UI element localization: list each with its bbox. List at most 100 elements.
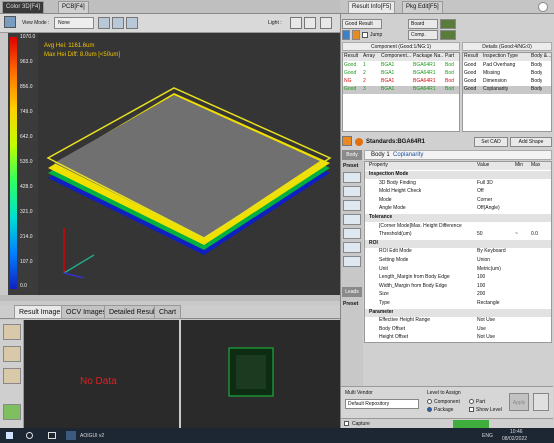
taskbar-app-title[interactable]: AOIGUI v2 bbox=[80, 433, 104, 439]
table-row[interactable]: Good 3 BGA1 BGA64R1 Bod bbox=[343, 86, 459, 94]
standards-side-column: Body Preset Leads Preset bbox=[341, 150, 363, 410]
tab-chart[interactable]: Chart bbox=[154, 305, 182, 319]
zoom-icon[interactable] bbox=[112, 17, 124, 29]
avg-height-readout: Avg Hei: 1161.6um bbox=[44, 43, 95, 49]
table-row[interactable]: Good 1 BGA1 BGA64R1 Bod bbox=[343, 62, 459, 70]
task-view-icon[interactable] bbox=[48, 432, 56, 439]
3d-component-render bbox=[46, 87, 332, 279]
tab-result-image[interactable]: Result Image bbox=[14, 305, 66, 319]
property-value: By Keyboard bbox=[477, 248, 506, 255]
preset-icon-6[interactable] bbox=[343, 242, 361, 253]
table-row[interactable]: Good 2 BGA1 BGA64R1 Bod bbox=[343, 70, 459, 78]
table-row[interactable]: Good Coplanarity Body bbox=[463, 86, 551, 94]
property-section[interactable]: Tolerance bbox=[365, 214, 551, 222]
apply-extra-button[interactable] bbox=[533, 393, 549, 411]
property-row[interactable]: ROI Edit Mode By Keyboard bbox=[365, 248, 551, 256]
table-row[interactable]: Good Pad Overhang Body bbox=[463, 62, 551, 70]
view-options-icon[interactable] bbox=[4, 16, 16, 28]
property-row[interactable]: [Corner Mode]Max. Height Difference bbox=[365, 223, 551, 231]
col-header: Package Na... bbox=[413, 53, 443, 59]
tool-button-3[interactable] bbox=[3, 368, 21, 384]
preset-icon-2[interactable] bbox=[343, 186, 361, 197]
tab-pcb[interactable]: PCB[F4] bbox=[58, 1, 89, 13]
leads-tab[interactable]: Leads bbox=[342, 287, 362, 297]
property-row[interactable]: Height Offset Not Use bbox=[365, 334, 551, 342]
color-3d-viewport[interactable]: Avg Hei: 1161.6um Max Hei Diff: 8.0um [<… bbox=[8, 33, 340, 295]
tab-result-info[interactable]: Result Info[F5] bbox=[348, 1, 396, 13]
part-cell: Bod bbox=[445, 86, 454, 92]
ng-icon[interactable] bbox=[352, 30, 360, 40]
property-row[interactable]: Type Rectangle bbox=[365, 300, 551, 308]
table-row[interactable]: Good Missing Body bbox=[463, 70, 551, 78]
repository-select[interactable]: Default Repository bbox=[345, 399, 419, 409]
apply-button[interactable]: Apply bbox=[509, 393, 529, 411]
add-shape-button[interactable]: Add Shape bbox=[510, 137, 552, 147]
jump-checkbox[interactable] bbox=[362, 32, 368, 38]
nav-icon-2[interactable] bbox=[440, 30, 456, 40]
scale-tick: 642.0 bbox=[20, 134, 33, 140]
property-row[interactable]: Threshold(um) 50 ~0.0 bbox=[365, 231, 551, 239]
property-row[interactable]: Angle Mode Off(Angle) bbox=[365, 205, 551, 213]
nav-icon-1[interactable] bbox=[440, 19, 456, 29]
body-tab[interactable]: Body bbox=[342, 150, 362, 160]
set-cad-button[interactable]: Set CAD bbox=[474, 137, 508, 147]
property-row[interactable]: Setting Mode Union bbox=[365, 257, 551, 265]
preset-icon-4[interactable] bbox=[343, 214, 361, 225]
search-icon[interactable] bbox=[26, 432, 33, 439]
standards-arrow-icon[interactable] bbox=[342, 136, 352, 146]
body-subtitle: Coplanarity bbox=[393, 152, 424, 158]
tool-button-4[interactable] bbox=[3, 404, 21, 420]
property-row[interactable]: Mode Corner bbox=[365, 197, 551, 205]
clock-date[interactable]: 08/02/2022 bbox=[502, 436, 527, 442]
board-button[interactable]: Board bbox=[408, 19, 438, 29]
component-table: Result Array Component... Package Na... … bbox=[342, 52, 460, 132]
property-section[interactable]: ROI bbox=[365, 239, 551, 248]
pane-splitter[interactable] bbox=[0, 295, 340, 301]
preset-icon-7[interactable] bbox=[343, 256, 361, 267]
language-indicator[interactable]: ENG bbox=[482, 433, 493, 439]
tool-button-2[interactable] bbox=[3, 346, 21, 362]
property-name: Parameter bbox=[369, 308, 394, 315]
property-row[interactable]: Effective Height Range Not Use bbox=[365, 317, 551, 325]
table-row[interactable]: Good Dimension Body bbox=[463, 78, 551, 86]
property-row[interactable]: Mold Height Check Off bbox=[365, 188, 551, 196]
preset-icon-3[interactable] bbox=[343, 200, 361, 211]
fit-view-icon[interactable] bbox=[126, 17, 138, 29]
tool-button-1[interactable] bbox=[3, 324, 21, 340]
capture-checkbox[interactable] bbox=[344, 421, 349, 426]
property-row[interactable]: 3D Body Finding Full 3D bbox=[365, 180, 551, 188]
show-level-checkbox[interactable] bbox=[469, 407, 474, 412]
reset-view-icon[interactable] bbox=[98, 17, 110, 29]
comp-button[interactable]: Comp. bbox=[408, 30, 438, 40]
good-result-button[interactable]: Good Result bbox=[342, 19, 382, 29]
property-row[interactable]: Body Offset Use bbox=[365, 326, 551, 334]
property-section[interactable]: Inspection Mode bbox=[365, 171, 551, 179]
property-row[interactable]: Length_Margin from Body Edge 100 bbox=[365, 274, 551, 282]
property-value: Union bbox=[477, 257, 491, 263]
tab-detailed-result[interactable]: Detailed Result bbox=[104, 305, 162, 319]
property-section[interactable]: Parameter bbox=[365, 308, 551, 317]
view-mode-select[interactable]: None bbox=[54, 17, 94, 29]
light-icon-2[interactable] bbox=[304, 17, 316, 29]
property-row[interactable]: Size 200 bbox=[365, 291, 551, 299]
help-icon[interactable] bbox=[538, 2, 548, 12]
app-taskbar-icon[interactable] bbox=[66, 431, 76, 440]
windows-start-icon[interactable] bbox=[6, 432, 13, 439]
mark-icon[interactable] bbox=[342, 30, 350, 40]
result-cell: NG bbox=[344, 78, 352, 84]
light-icon-3[interactable] bbox=[320, 17, 332, 29]
property-row[interactable]: Width_Margin from Body Edge 100 bbox=[365, 283, 551, 291]
part-radio[interactable] bbox=[469, 399, 474, 404]
tab-pkg-edit[interactable]: Pkg Edit[F5] bbox=[402, 1, 443, 13]
axis-gizmo bbox=[63, 228, 95, 279]
preset-icon-5[interactable] bbox=[343, 228, 361, 239]
component-image-pane[interactable] bbox=[181, 320, 340, 428]
light-icon-1[interactable] bbox=[290, 17, 302, 29]
package-radio[interactable] bbox=[427, 407, 432, 412]
component-radio[interactable] bbox=[427, 399, 432, 404]
clock-time[interactable]: 10:46 bbox=[510, 429, 523, 435]
tab-color-3d[interactable]: Color 3D[F4] bbox=[2, 1, 45, 13]
table-row[interactable]: NG 2 BGA1 BGA64R1 Bod bbox=[343, 78, 459, 86]
preset-icon-1[interactable] bbox=[343, 172, 361, 183]
property-row[interactable]: Unit Metric(um) bbox=[365, 266, 551, 274]
